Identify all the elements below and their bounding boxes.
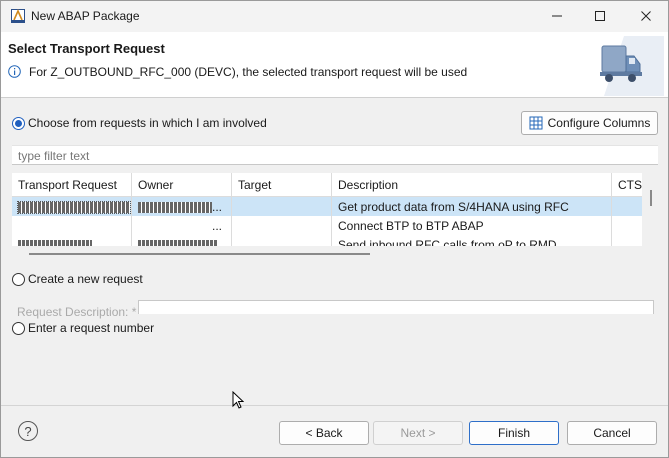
cancel-button[interactable]: Cancel	[567, 421, 657, 445]
configure-columns-label: Configure Columns	[547, 116, 651, 130]
info-icon	[8, 65, 21, 78]
cell-cts	[612, 235, 642, 246]
cell-description: Get product data from S/4HANA using RFC	[332, 197, 612, 216]
maximize-button[interactable]	[588, 5, 612, 27]
truck-icon	[600, 36, 664, 96]
configure-columns-button[interactable]: Configure Columns	[521, 111, 658, 135]
column-header-transport-request[interactable]: Transport Request	[12, 173, 132, 197]
page-title: Select Transport Request	[8, 41, 165, 56]
maximize-icon	[595, 11, 605, 21]
enter-request-number-radio[interactable]	[12, 322, 25, 335]
dialog-window: New ABAP Package Select Transport Reques…	[0, 0, 669, 458]
column-header-owner[interactable]: Owner	[132, 173, 232, 197]
scrollbar-thumb[interactable]	[650, 190, 652, 206]
cell-owner: ...	[132, 216, 232, 235]
involved-requests-radio[interactable]	[12, 117, 25, 130]
column-header-cts[interactable]: CTS	[612, 173, 642, 197]
cell-target	[232, 216, 332, 235]
close-icon	[641, 11, 651, 21]
window-title: New ABAP Package	[31, 9, 140, 23]
filter-input[interactable]: type filter text	[12, 145, 658, 165]
banner-message: For Z_OUTBOUND_RFC_000 (DEVC), the selec…	[29, 65, 468, 79]
cell-transport-request	[12, 197, 132, 216]
request-description-label: Request Description: *	[17, 305, 137, 319]
help-button[interactable]: ?	[18, 421, 38, 441]
involved-requests-label[interactable]: Choose from requests in which I am invol…	[28, 116, 267, 130]
table-row[interactable]: ... Connect BTP to BTP ABAP	[12, 216, 642, 235]
wizard-header: Select Transport Request For Z_OUTBOUND_…	[1, 32, 668, 98]
cell-cts	[612, 197, 642, 216]
cell-owner: ...	[132, 197, 232, 216]
transport-request-table: Transport Request Owner Target Descripti…	[12, 173, 642, 246]
finish-button[interactable]: Finish	[469, 421, 559, 445]
column-header-target[interactable]: Target	[232, 173, 332, 197]
redacted-value	[18, 240, 92, 246]
redacted-value	[17, 201, 131, 215]
help-icon: ?	[24, 423, 32, 439]
table-row[interactable]: Send inbound RFC calls from oP to RMD	[12, 235, 642, 246]
redacted-value	[138, 202, 212, 214]
redacted-value	[138, 240, 218, 246]
cell-target	[232, 197, 332, 216]
footer-divider	[1, 405, 668, 406]
cell-description: Send inbound RFC calls from oP to RMD	[332, 235, 612, 246]
column-header-description[interactable]: Description	[332, 173, 612, 197]
mouse-cursor-icon	[232, 391, 244, 409]
eclipse-adt-icon	[11, 9, 25, 23]
table-vertical-scrollbar[interactable]	[646, 173, 658, 246]
back-button[interactable]: < Back	[279, 421, 369, 445]
request-description-field[interactable]	[138, 300, 654, 314]
table-row[interactable]: ... Get product data from S/4HANA using …	[12, 197, 642, 216]
cell-target	[232, 235, 332, 246]
minimize-icon	[552, 15, 562, 17]
create-request-label[interactable]: Create a new request	[28, 272, 143, 286]
cell-owner	[132, 235, 232, 246]
filter-placeholder: type filter text	[18, 149, 90, 163]
cell-transport-request	[12, 235, 132, 246]
minimize-button[interactable]	[545, 5, 569, 27]
enter-request-number-label[interactable]: Enter a request number	[28, 321, 154, 335]
table-columns-icon	[529, 116, 543, 130]
cell-description: Connect BTP to BTP ABAP	[332, 216, 612, 235]
table-header: Transport Request Owner Target Descripti…	[12, 173, 642, 197]
next-button[interactable]: Next >	[373, 421, 463, 445]
create-request-radio[interactable]	[12, 273, 25, 286]
close-button[interactable]	[634, 5, 658, 27]
cell-transport-request	[12, 216, 132, 235]
cell-cts	[612, 216, 642, 235]
title-bar[interactable]: New ABAP Package	[1, 1, 668, 32]
table-horizontal-scrollbar[interactable]	[29, 253, 370, 255]
